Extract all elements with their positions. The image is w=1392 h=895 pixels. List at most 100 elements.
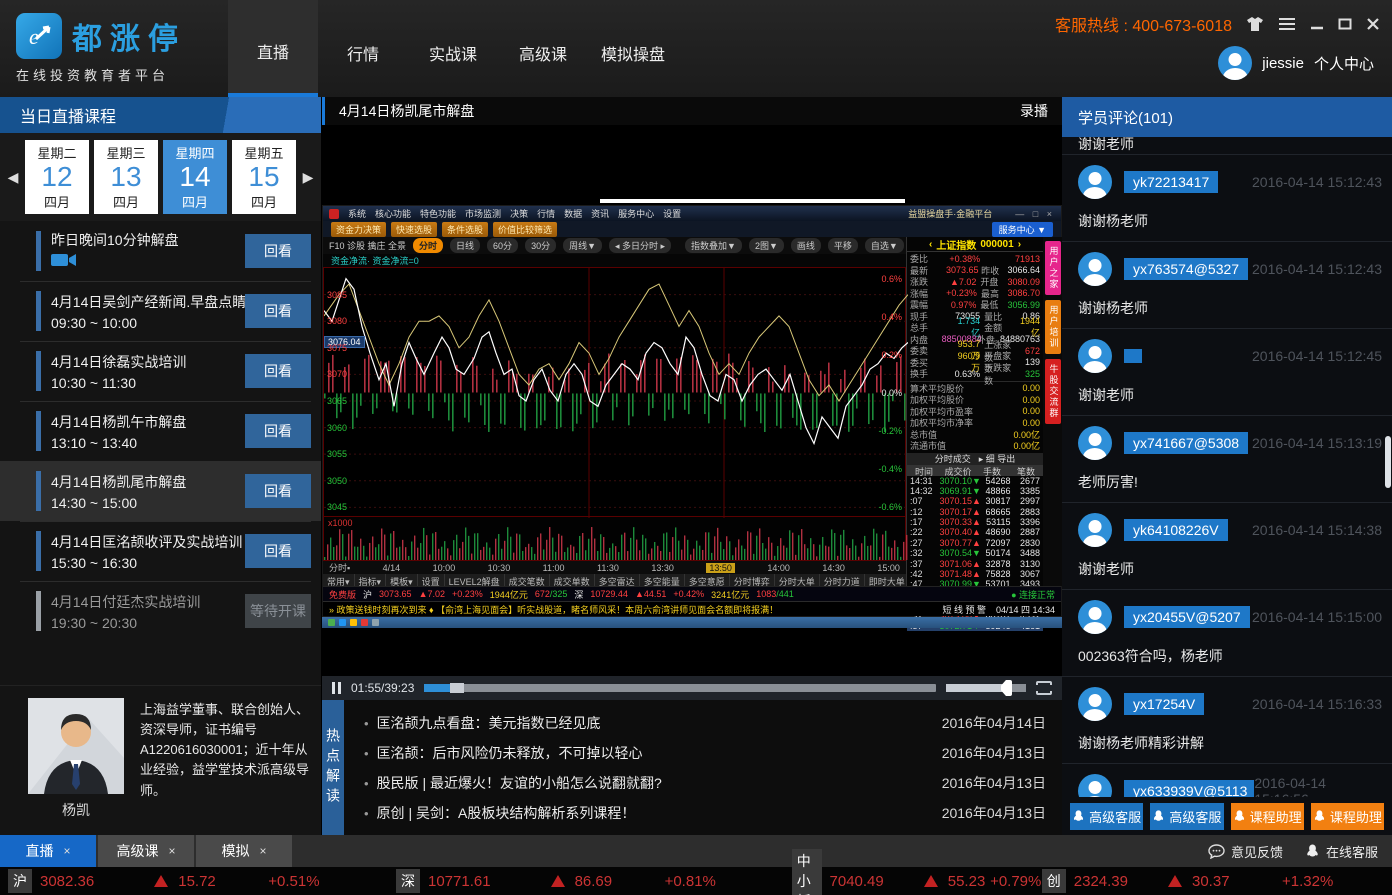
service-qq-button[interactable]: 课程助理 [1311,803,1384,830]
live-schedule-sidebar: 当日直播课程 ◀ 星期二 12 四月 星期三 13 四月 [0,97,322,835]
course-item[interactable]: 4月14日付廷杰实战培训 19:30 ~ 20:30 等待开课 [0,581,321,641]
comment-text: 谢谢老师 [1078,559,1382,579]
nav-item[interactable]: 直播 [228,0,318,97]
news-item[interactable]: • 股民版 | 最近爆火！友谊的小船怎么说翻就翻? 2016年04月13日 [364,768,1046,798]
course-item[interactable]: 4月14日吴剑产经新闻.早盘点睛 09:30 ~ 10:00 回看 [0,281,321,341]
teacher-photo [28,698,124,794]
news-item[interactable]: • 匡洺颉九点看盘：美元指数已经见底 2016年04月14日 [364,708,1046,738]
comment-timestamp: 2016-04-14 15:12:45 [1252,348,1382,364]
commenter-username: yx741667@5308 [1124,432,1248,454]
bottom-tab[interactable]: 直播 × [0,835,96,867]
video-title: 4月14日杨凯尾市解盘 [339,101,474,121]
software-logo [329,209,339,219]
course-item[interactable]: 4月14日杨凯午市解盘 13:10 ~ 13:40 回看 [0,401,321,461]
nav-item[interactable]: 模拟操盘 [588,0,678,97]
commenter-avatar [1078,339,1112,373]
commenter-avatar [1078,687,1112,721]
playback-time: 01:55/39:23 [351,681,414,695]
service-qq-button[interactable]: 课程助理 [1231,803,1304,830]
progress-handle[interactable] [450,683,464,693]
hot-news-panel: 热点解读 • 匡洺颉九点看盘：美元指数已经见底 2016年04月14日 • 匡洺… [322,700,1062,835]
camera-icon [51,253,77,267]
nav-item[interactable]: 行情 [318,0,408,97]
nav-item[interactable]: 高级课 [498,0,588,97]
replay-button[interactable]: 回看 [245,534,311,568]
up-arrow-icon [1168,875,1182,887]
up-arrow-icon [551,875,565,887]
commenter-username: yx17254V [1124,693,1204,715]
news-item[interactable]: • 匡洺颉：后市风险仍未释放，不可掉以轻心 2016年04月13日 [364,738,1046,768]
service-qq-button[interactable]: 高级客服 [1070,803,1143,830]
maximize-icon[interactable] [1338,18,1352,30]
tab-close-icon[interactable]: × [168,844,175,858]
date-card[interactable]: 星期二 12 四月 [25,140,89,214]
date-card[interactable]: 星期三 13 四月 [94,140,158,214]
commenter-username: yk72213417 [1124,171,1218,193]
side-vertical-tabs: 用户之家用户培训牛股交流群 [1043,237,1062,586]
fullscreen-button[interactable] [1036,681,1052,695]
user-avatar[interactable] [1218,46,1252,80]
date-next-arrow[interactable]: ▶ [301,169,315,186]
pause-button[interactable] [332,682,341,694]
service-qq-button[interactable]: 高级客服 [1150,803,1223,830]
course-item[interactable]: 4月14日匡洺颉收评及实战培训 15:30 ~ 16:30 回看 [0,521,321,581]
video-panel: 4月14日杨凯尾市解盘 录播 系统核心功能特色功能市场监测决策行情数据资讯服务中… [322,97,1062,835]
commenter-username: yk64108226V [1124,519,1228,541]
brand: e 都涨停 在线投资教育者平台 [0,0,228,97]
index-ticker: 沪 3082.36 15.72 +0.51% 深 10771.61 86.69 … [0,867,1392,895]
course-item[interactable]: 4月14日徐磊实战培训 10:30 ~ 11:30 回看 [0,341,321,401]
progress-bar[interactable] [424,684,936,692]
feedback-link[interactable]: 意见反馈 [1208,842,1283,861]
tab-close-icon[interactable]: × [259,844,266,858]
app-window: e 都涨停 在线投资教育者平台 直播 行情 [0,0,1392,895]
teacher-name: 杨凯 [62,800,90,820]
qq-penguin-icon [1233,809,1246,823]
date-card[interactable]: 星期五 15 四月 [232,140,296,214]
recorded-badge: 录播 [1020,101,1048,121]
user-center-link[interactable]: 个人中心 [1314,53,1374,74]
commenter-avatar [1078,252,1112,286]
comment-timestamp: 2016-04-14 15:13:19 [1252,435,1382,451]
date-card[interactable]: 星期四 14 四月 [163,140,227,214]
comment-text: 002363符合吗，杨老师 [1078,646,1382,666]
comment-item: yk72213417 2016-04-14 15:12:43 谢谢杨老师 [1062,155,1392,242]
comment-timestamp: 2016-04-14 15:12:43 [1252,261,1382,277]
course-item[interactable]: 4月14日杨凯尾市解盘 14:30 ~ 15:00 回看 [0,461,321,521]
bottom-tab[interactable]: 高级课 × [98,835,194,867]
volume-handle[interactable] [1001,680,1012,696]
bottom-tab[interactable]: 模拟 × [196,835,292,867]
replay-button[interactable]: 回看 [245,294,311,328]
replay-button[interactable]: 等待开课 [245,594,311,628]
comment-text: 谢谢杨老师精彩讲解 [1078,733,1382,753]
commenter-avatar [1078,600,1112,634]
news-item[interactable]: • 原创 | 吴剑：A股板块结构解析系列课程！ 2016年04月13日 [364,798,1046,828]
theme-shirt-icon[interactable] [1246,16,1264,32]
scrollbar-thumb[interactable] [1385,436,1391,488]
comment-timestamp: 2016-04-14 15:12:43 [1252,174,1382,190]
commenter-username: yx633939V@5113 [1124,780,1254,797]
comment-item: yk64108226V 2016-04-14 15:14:38 谢谢老师 [1062,503,1392,590]
nav-item[interactable]: 实战课 [408,0,498,97]
volume-slider[interactable] [946,684,1026,692]
online-service-link[interactable]: 在线客服 [1305,842,1378,861]
close-icon[interactable] [1366,18,1380,30]
replay-button[interactable]: 回看 [245,474,311,508]
comment-text: 谢谢杨老师 [1078,298,1382,318]
commenter-username [1124,349,1142,363]
replay-button[interactable]: 回看 [245,354,311,388]
replay-button[interactable]: 回看 [245,234,311,268]
menu-list-icon[interactable] [1278,17,1296,31]
replay-button[interactable]: 回看 [245,414,311,448]
index-quote: 创 2324.39 30.37 +1.32% [1042,869,1392,893]
video-frame[interactable]: 系统核心功能特色功能市场监测决策行情数据资讯服务中心设置 益盟操盘手·金融平台 … [322,125,1062,676]
hot-news-tab[interactable]: 热点解读 [322,700,344,835]
schedule-title: 当日直播课程 [0,97,321,133]
minimize-icon[interactable] [1310,18,1324,30]
qq-penguin-icon [1305,843,1320,859]
comments-title: 学员评论(101) [1062,97,1392,137]
brand-name: 都涨停 [72,14,186,58]
course-item[interactable]: 昨日晚间10分钟解盘 回看 [0,221,321,281]
tab-close-icon[interactable]: × [63,844,70,858]
date-prev-arrow[interactable]: ◀ [6,169,20,186]
index-quote: 沪 3082.36 15.72 +0.51% [8,869,396,893]
